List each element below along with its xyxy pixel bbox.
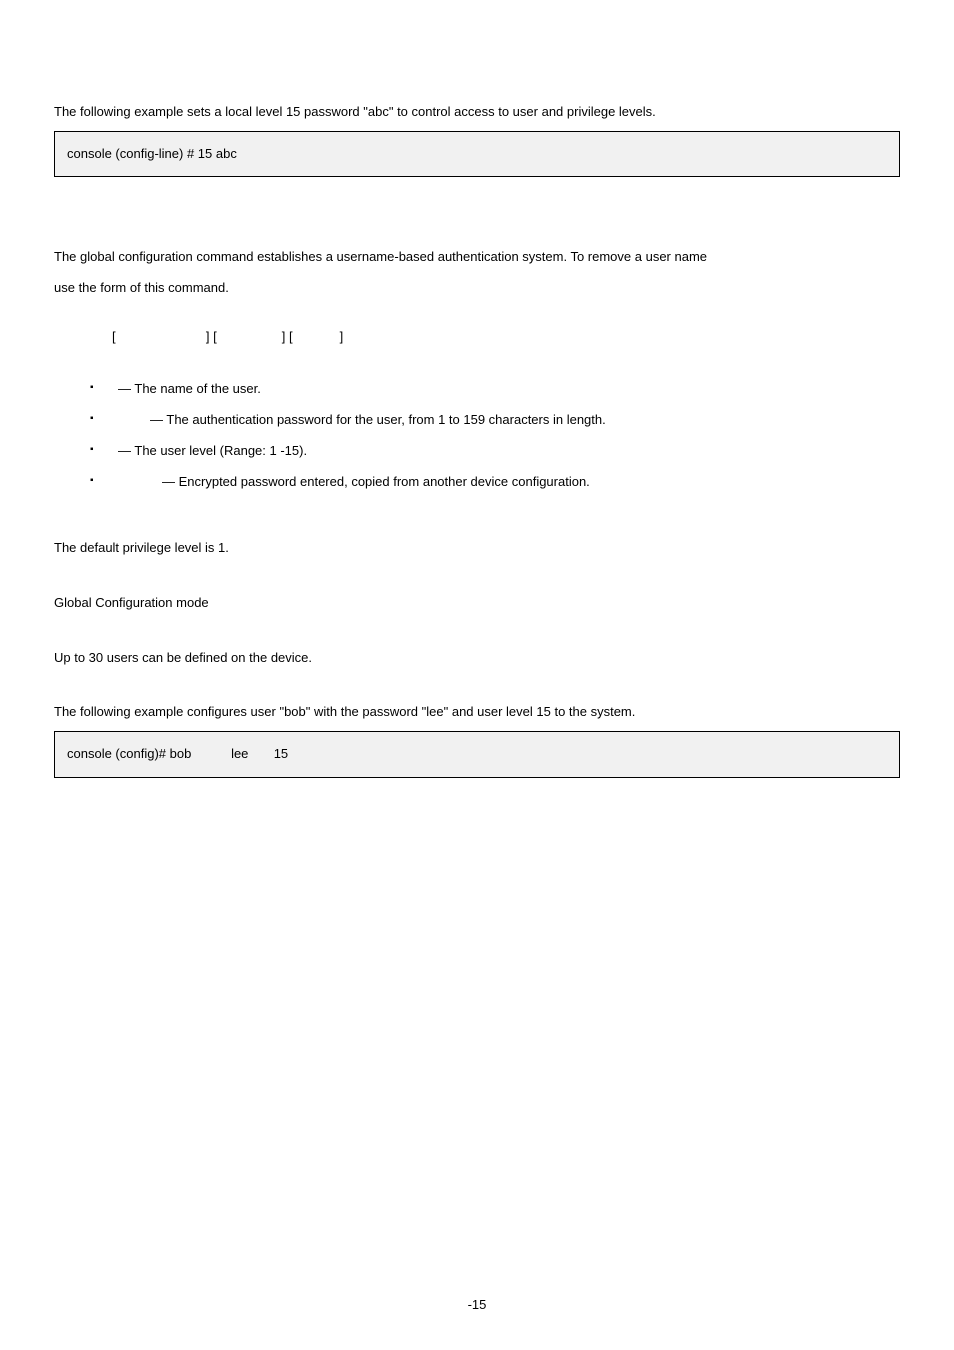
intro-line2-rest: form of this command. [100, 280, 229, 295]
default-config-text: The default privilege level is 1. [54, 536, 900, 561]
command-mode-text: Global Configuration mode [54, 591, 900, 616]
param-password: — The authentication password for the us… [90, 408, 900, 433]
intro-rest: global configuration command establishes… [80, 249, 707, 264]
syntax-line: [ ] [ ] [ ] [54, 325, 900, 350]
param-password-text: — The authentication password for the us… [150, 412, 606, 427]
intro-prefix: The [54, 249, 80, 264]
code2-prompt: console (config)# [67, 746, 170, 761]
example1-description: The following example sets a local level… [54, 100, 900, 125]
syntax-bracket-2: ] [ [206, 329, 217, 344]
syntax-bracket-close: ] [340, 329, 344, 344]
intro-line2-prefix: use the [54, 280, 100, 295]
param-encrypted: — Encrypted password entered, copied fro… [90, 470, 900, 495]
username-intro-line1: The global configuration command establi… [54, 245, 900, 270]
page-number: -15 [0, 1293, 954, 1318]
code2-v2: lee [231, 746, 252, 761]
username-intro-line2: use the form of this command. [54, 276, 900, 301]
example2-description: The following example configures user "b… [54, 700, 900, 725]
code1-prompt: console (config-line) # [67, 146, 198, 161]
code2-v3: 15 [274, 746, 288, 761]
param-level: — The user level (Range: 1 -15). [90, 439, 900, 464]
code2-v1: bob [170, 746, 195, 761]
param-name-text: — The name of the user. [118, 381, 261, 396]
param-level-text: — The user level (Range: 1 -15). [118, 443, 307, 458]
code-block-1: console (config-line) # 15 abc [54, 131, 900, 178]
param-encrypted-text: — Encrypted password entered, copied fro… [162, 474, 590, 489]
code-block-2: console (config)# bob lee 15 [54, 731, 900, 778]
syntax-bracket-3: ] [ [282, 329, 293, 344]
user-guidelines-text: Up to 30 users can be defined on the dev… [54, 646, 900, 671]
param-name: — The name of the user. [90, 377, 900, 402]
page-container: The following example sets a local level… [0, 0, 954, 1350]
parameter-list: — The name of the user. — The authentica… [54, 377, 900, 494]
code1-args: 15 abc [198, 146, 237, 161]
